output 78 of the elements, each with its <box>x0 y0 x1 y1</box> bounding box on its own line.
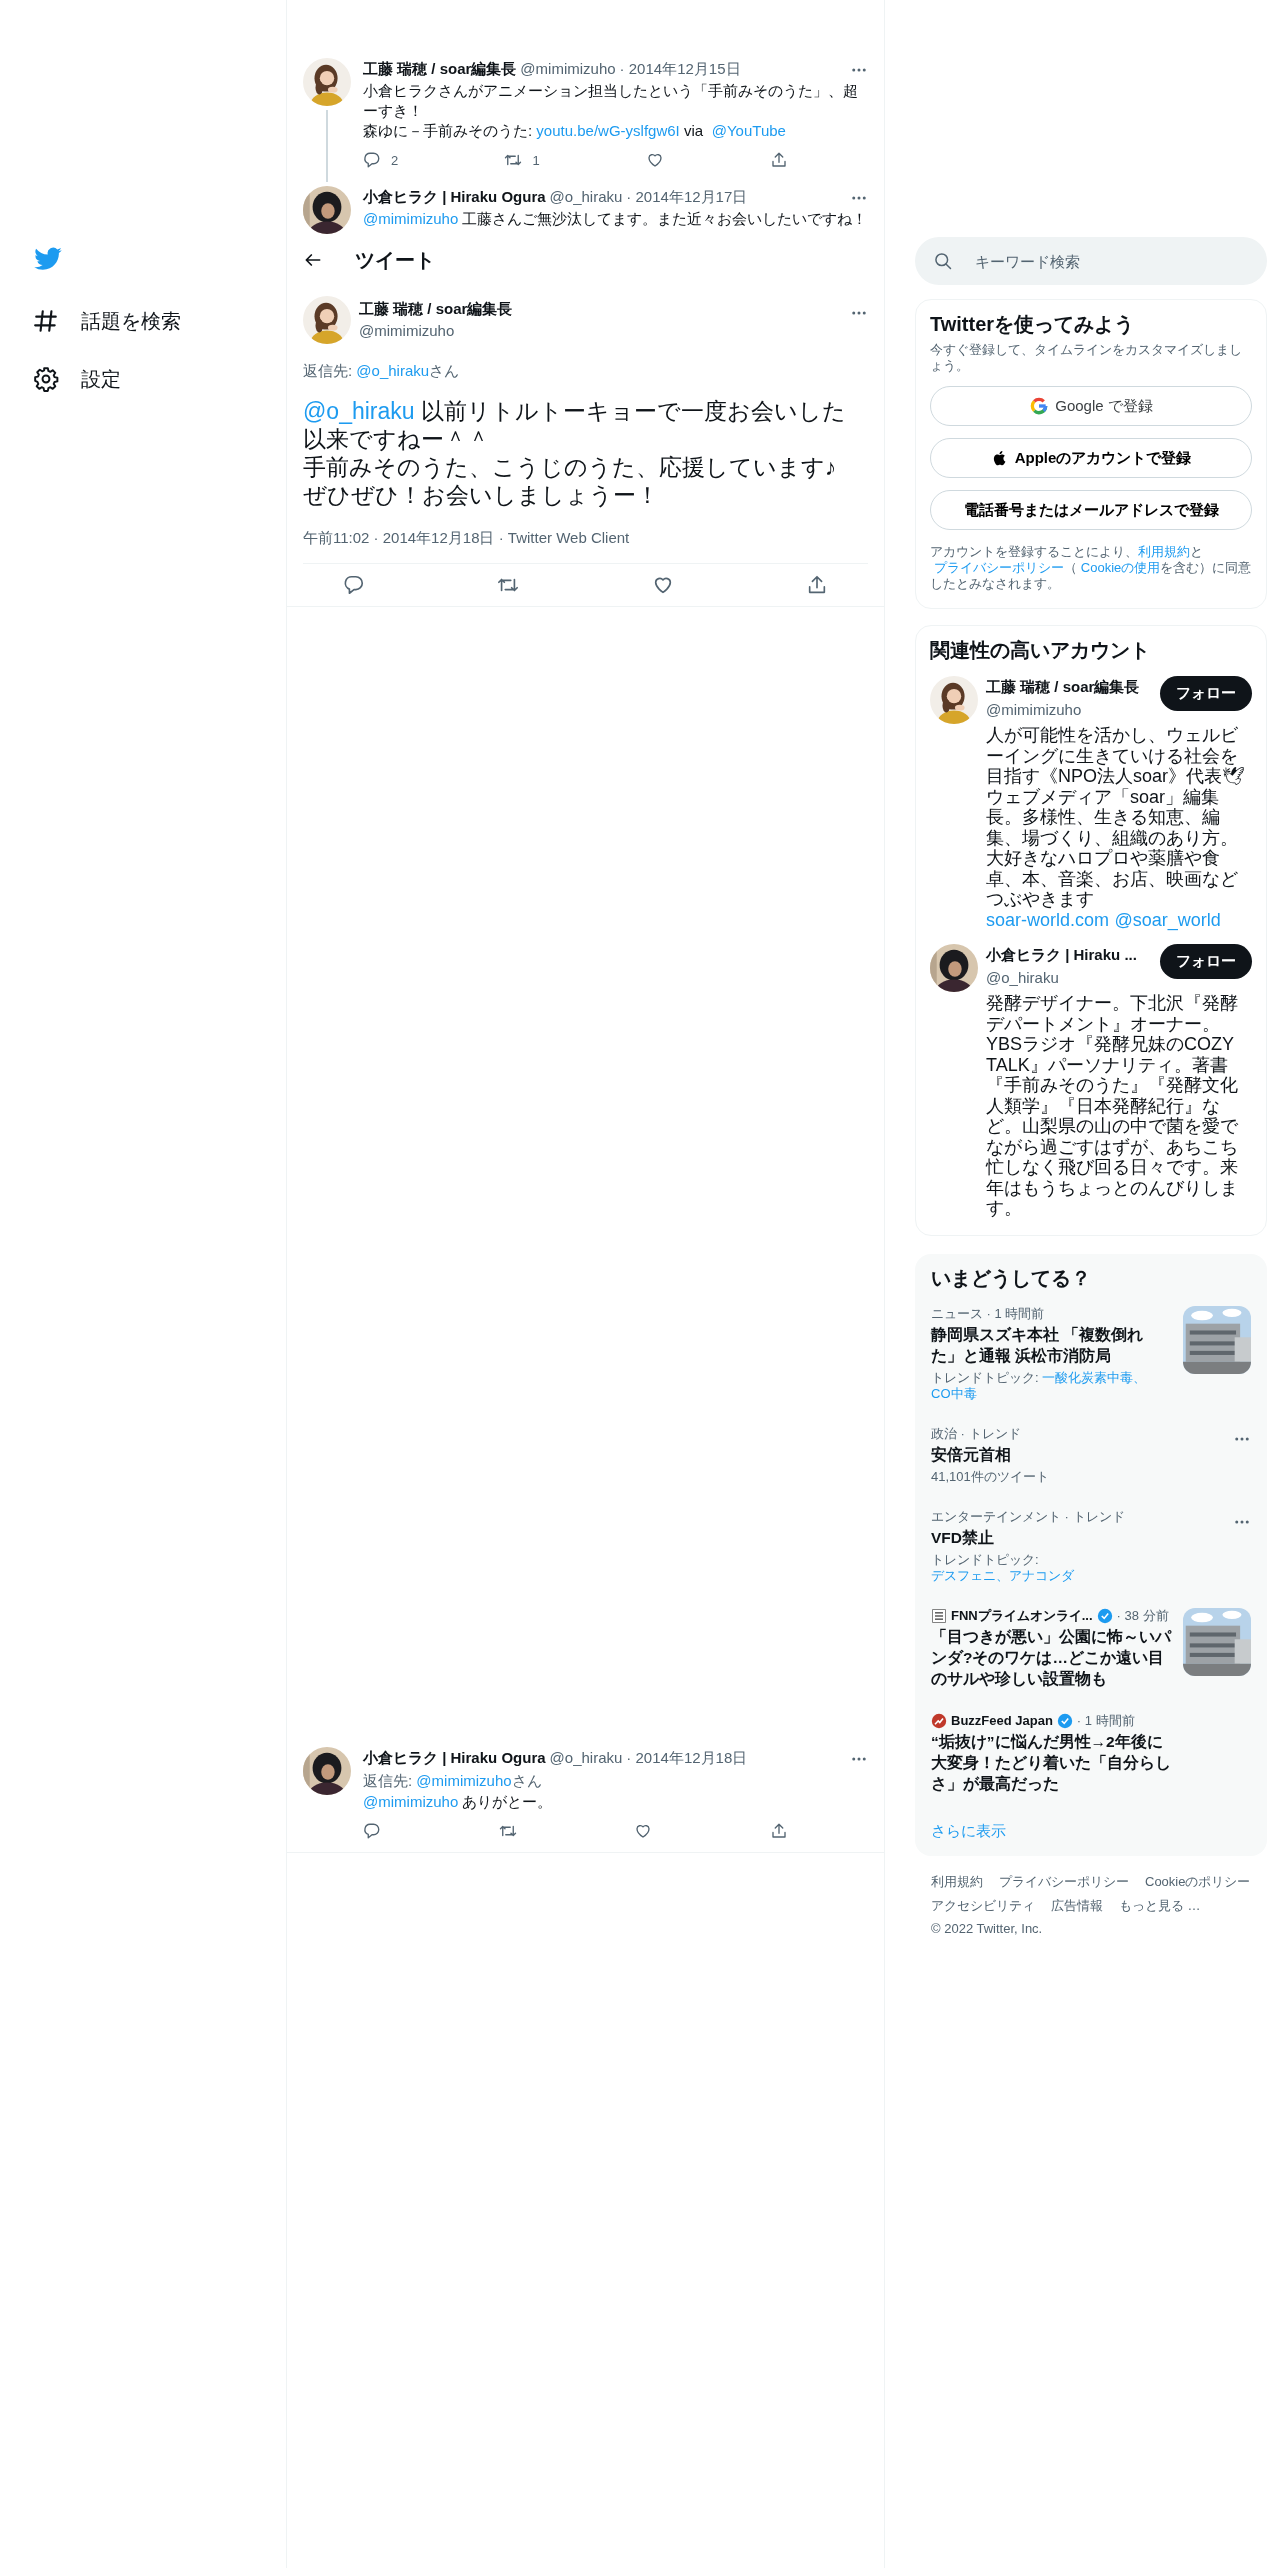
reply-icon[interactable] <box>363 1822 381 1840</box>
hashtag-icon[interactable] <box>33 308 59 334</box>
footer-link[interactable]: もっと見る … <box>1119 1895 1201 1915</box>
source-name: BuzzFeed Japan <box>951 1712 1053 1729</box>
share-icon[interactable] <box>769 1822 788 1840</box>
author-name[interactable]: 小倉ヒラク | Hiraku Ogura <box>363 1747 546 1770</box>
trend-headline[interactable]: 安倍元首相 <box>931 1443 1176 1465</box>
post-time: · 38 分前 <box>1116 1607 1169 1624</box>
author-handle[interactable]: @mimimizuho <box>520 58 616 81</box>
card-title: Twitterを使ってみよう <box>930 312 1136 336</box>
tweet-date[interactable]: · 2014年12月15日 <box>619 58 741 81</box>
legal-text: アカウントを登録することにより、利用規約 と プライバシーポリシー（ Cookieの使用を含む）に同意したとみなされます。 <box>930 544 1252 592</box>
google-logo-icon <box>1029 396 1050 416</box>
tweet-text: 小倉ヒラクさんがアニメーション担当したという「手前みそのうた」、超ーすき！ <box>363 80 859 121</box>
author-handle[interactable]: @o_hiraku <box>549 186 623 209</box>
tweet-date[interactable]: · 2014年12月17日 <box>626 186 748 209</box>
tweet-count: 41,101件のツイート <box>931 1468 1050 1485</box>
tweet-text: 手前みそのうた、こうじのうた、応援しています♪ <box>303 452 838 481</box>
author-handle[interactable]: @mimimizuho <box>359 322 455 339</box>
tweet-text: @o_hiraku 以前リトルトーキョーで一度お会いした以来ですねー＾＾ <box>303 396 847 453</box>
google-signup-button[interactable]: Google で登録 <box>930 386 1252 426</box>
follow-button[interactable]: フォロー <box>1160 676 1252 711</box>
trend-headline[interactable]: 「目つきが悪い」公園に怖～いパンダ?そのワケは…どこか遠い目のサルや珍しい設置物も <box>931 1625 1171 1689</box>
share-icon[interactable] <box>770 151 788 170</box>
page-title: ツイート <box>355 248 435 273</box>
tweet-text: ぜひぜひ！お会いしましょうー！ <box>303 480 660 509</box>
source-logo-icon <box>931 1712 947 1729</box>
reply-to-text: 返信先: @mimimizuhoさん <box>363 1770 543 1791</box>
trend-headline[interactable]: “垢抜け”に悩んだ男性→2年後に大変身！たどり着いた「自分らしさ」が最高だった <box>931 1730 1176 1794</box>
account-name[interactable]: 工藤 瑞穂 / soar編集長 <box>986 678 1140 695</box>
nav-link[interactable]: 設定 <box>81 364 121 394</box>
tweet-text: @mimimizuho ありがとー。 <box>363 1792 554 1812</box>
footer-link[interactable]: Cookieのポリシー <box>1145 1872 1251 1892</box>
share-icon[interactable] <box>806 574 828 596</box>
signup-button[interactable]: 電話番号またはメールアドレスで登録 <box>930 490 1252 530</box>
trend-topics: トレンドトピック: 一酸化炭素中毒、 CO中毒 <box>931 1369 1148 1402</box>
trend-meta: エンターテインメント · トレンド <box>931 1508 1126 1525</box>
trend-headline[interactable]: 静岡県スズキ本社 「複数倒れた」と通報 浜松市消防局 <box>931 1323 1171 1366</box>
author-name[interactable]: 工藤 瑞穂 / soar編集長 <box>363 58 517 81</box>
trend-headline[interactable]: VFD禁止 <box>931 1526 1176 1548</box>
copyright-text: © 2022 Twitter, Inc. <box>931 1920 1043 1938</box>
account-bio: 人が可能性を活かし、ウェルビーイングに生きていける社会を目指す《NPO法人soar》代表🕊ウェブメディア「soar」編集長。多様性、生きる知恵、編集、場づくり、組織のあり方。大好きなハロプロや薬膳や食卓、本、音楽、お店、映画などつぶやきます soar-world.com @soar_world <box>986 725 1247 930</box>
trend-meta: 政治 · トレンド <box>931 1425 1022 1442</box>
reply-icon[interactable] <box>343 574 365 596</box>
settings-icon[interactable] <box>33 366 59 392</box>
card-title: 関連性の高いアカウント <box>930 638 1151 662</box>
card-subtitle: 今すぐ登録して、タイムラインをカスタマイズしましょう。 <box>930 342 1243 374</box>
search-field[interactable]: キーワード検索 <box>915 237 1267 285</box>
follow-button[interactable]: フォロー <box>1160 944 1252 979</box>
author-name[interactable]: 工藤 瑞穂 / soar編集長 <box>359 299 513 317</box>
post-time: · 1 時間前 <box>1076 1712 1135 1729</box>
author-name[interactable]: 小倉ヒラク | Hiraku Ogura <box>363 186 546 209</box>
nav-link[interactable]: 話題を検索 <box>81 306 181 336</box>
source-logo-icon <box>931 1607 947 1624</box>
reply-to-text: 返信先: @o_hirakuさん <box>303 361 461 381</box>
trend-meta: ニュース · 1 時間前 <box>931 1305 1046 1322</box>
source-name: FNNプライムオンライ... <box>951 1607 1093 1624</box>
apple-signup-button[interactable]: Appleのアカウントで登録 <box>930 438 1252 478</box>
tweet-meta: 午前11:02 · 2014年12月18日 · Twitter Web Client <box>303 527 631 548</box>
account-bio: 発酵デザイナー。下北沢『発酵デパートメント』オーナー。YBSラジオ『発酵兄妹のCOZY TALK』パーソナリティ。著書『手前みそのうた』『発酵文化人類学』『日本発酵紀行』など。山梨県の山の中で菌を愛でながら過ごすはずが、あちこち忙しなく飛び回る日々です。来年はもうちょっとのんびりします。 <box>986 993 1239 1219</box>
footer-link[interactable]: 利用規約 <box>931 1872 983 1892</box>
account-handle[interactable]: @o_hiraku <box>986 968 1059 986</box>
footer-link[interactable]: プライバシーポリシー <box>999 1872 1129 1892</box>
heart-icon[interactable] <box>634 1822 653 1840</box>
reply-count: 2 <box>391 151 399 170</box>
trend-topics: トレンドトピック: デスフェニ、アナコンダ <box>931 1551 1075 1584</box>
reply-icon[interactable] <box>363 151 381 170</box>
tweet-date[interactable]: · 2014年12月18日 <box>626 1747 748 1770</box>
retweet-count: 1 <box>532 151 540 170</box>
search-icon <box>933 251 953 271</box>
footer-link[interactable]: アクセシビリティ <box>931 1895 1035 1915</box>
author-handle[interactable]: @o_hiraku <box>549 1747 623 1770</box>
account-handle[interactable]: @mimimizuho <box>986 700 1082 718</box>
footer-link[interactable]: 広告情報 <box>1051 1895 1103 1915</box>
tweet-text: @mimimizuho 工藤さんご無沙汰してます。また近々お会いしたいですね！ <box>363 208 868 229</box>
tweet-text: 森ゆに－手前みそのうた: youtu.be/wG-yslfgw6I via @YouTube <box>363 120 787 141</box>
card-title: いまどうしてる？ <box>930 1265 1092 1291</box>
account-name[interactable]: 小倉ヒラク | Hiraku ... <box>986 946 1137 963</box>
